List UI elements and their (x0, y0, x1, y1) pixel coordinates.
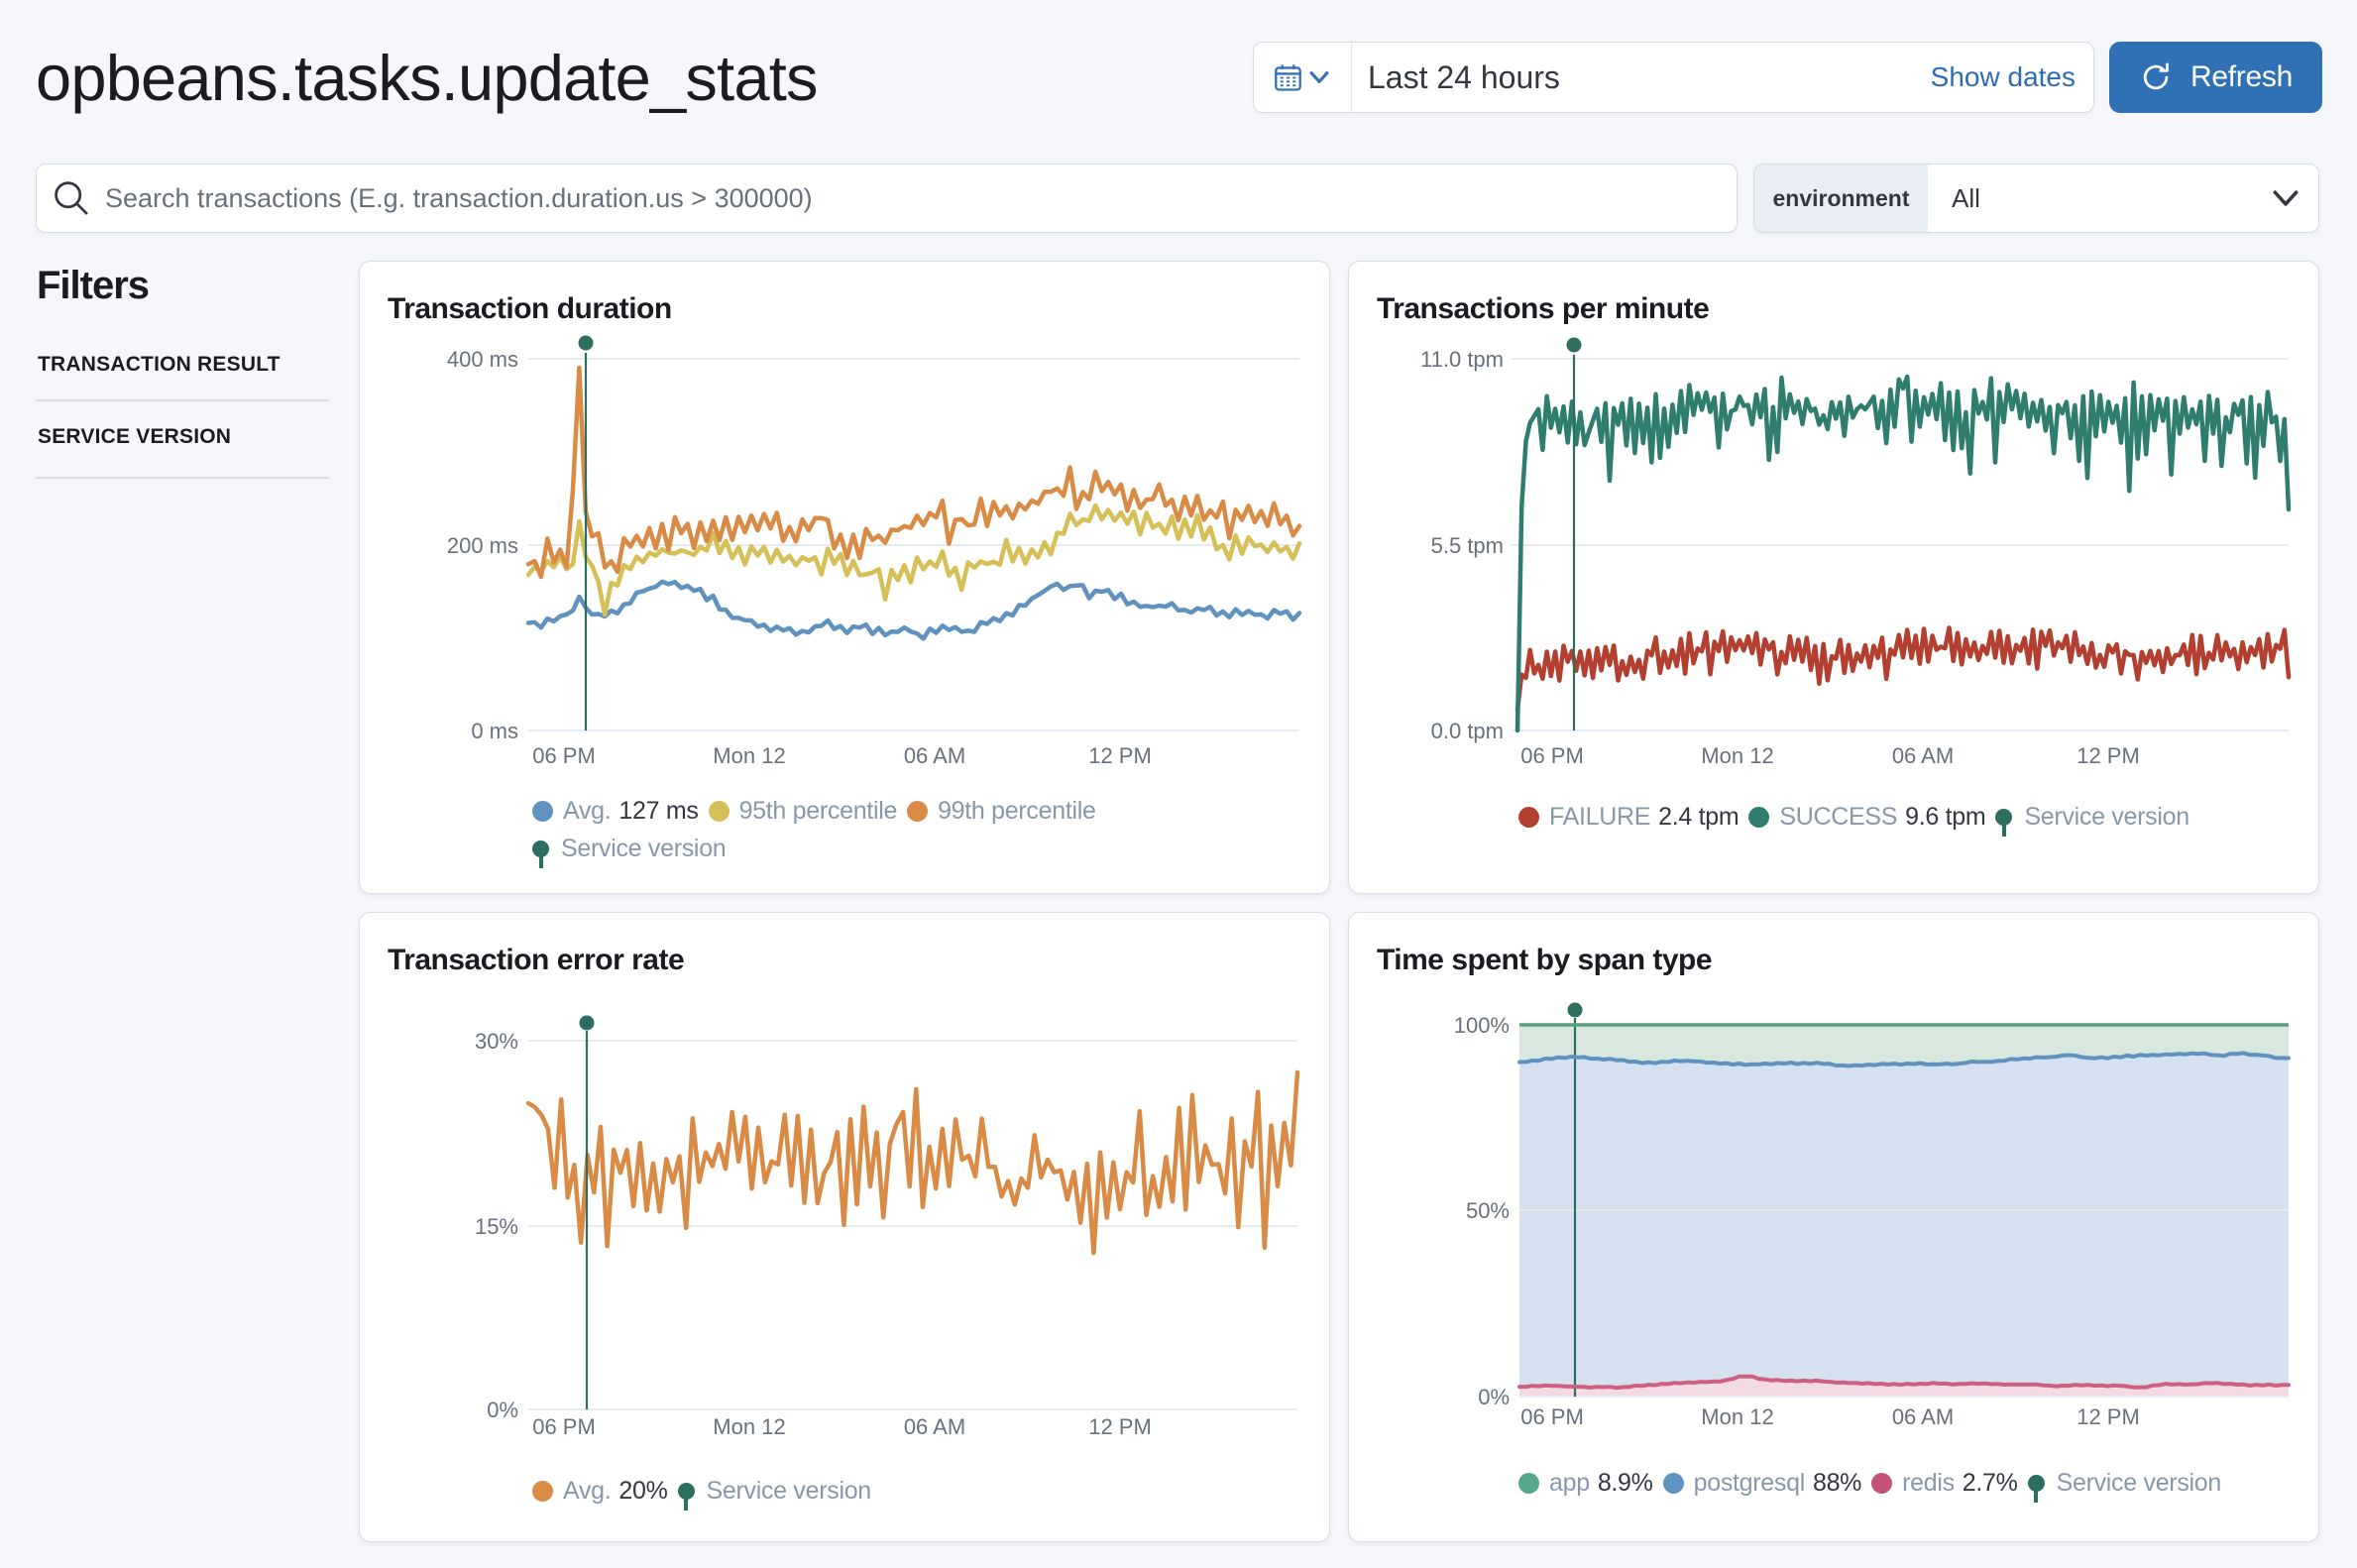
svg-text:0%: 0% (487, 1398, 518, 1422)
svg-text:12 PM: 12 PM (2076, 1404, 2140, 1429)
svg-text:50%: 50% (1466, 1198, 1510, 1223)
svg-text:0 ms: 0 ms (471, 719, 518, 743)
svg-text:06 PM: 06 PM (1520, 1404, 1584, 1429)
svg-text:Mon 12: Mon 12 (713, 743, 785, 768)
svg-text:0%: 0% (1478, 1385, 1510, 1409)
svg-text:0.0 tpm: 0.0 tpm (1431, 719, 1504, 743)
svg-text:06 AM: 06 AM (1892, 743, 1954, 768)
svg-text:Mon 12: Mon 12 (1701, 743, 1773, 768)
svg-text:12 PM: 12 PM (2076, 743, 2140, 768)
svg-text:Mon 12: Mon 12 (713, 1414, 785, 1439)
svg-text:5.5 tpm: 5.5 tpm (1431, 533, 1504, 558)
svg-text:Mon 12: Mon 12 (1701, 1404, 1773, 1429)
svg-text:06 AM: 06 AM (904, 743, 965, 768)
svg-text:06 PM: 06 PM (532, 743, 596, 768)
svg-text:12 PM: 12 PM (1088, 1414, 1152, 1439)
svg-text:400 ms: 400 ms (447, 347, 518, 372)
svg-text:06 AM: 06 AM (1892, 1404, 1954, 1429)
svg-text:12 PM: 12 PM (1088, 743, 1152, 768)
svg-text:06 PM: 06 PM (532, 1414, 596, 1439)
svg-text:200 ms: 200 ms (447, 533, 518, 558)
svg-text:15%: 15% (475, 1214, 518, 1239)
svg-text:11.0 tpm: 11.0 tpm (1420, 347, 1504, 372)
svg-text:30%: 30% (475, 1029, 518, 1054)
svg-text:06 AM: 06 AM (904, 1414, 965, 1439)
svg-text:06 PM: 06 PM (1520, 743, 1584, 768)
svg-text:100%: 100% (1454, 1013, 1510, 1038)
